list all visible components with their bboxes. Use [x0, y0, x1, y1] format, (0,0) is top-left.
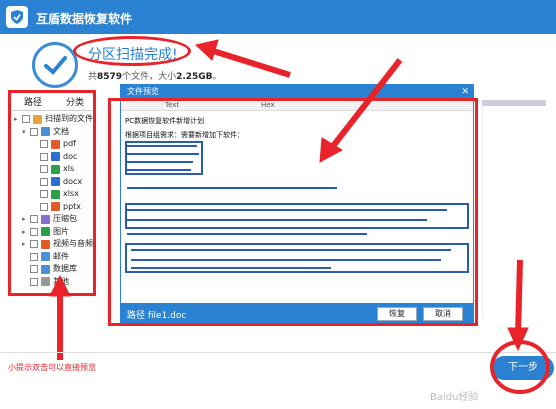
arrow-head [49, 274, 71, 297]
arrow-to-dialog [327, 58, 403, 152]
annotation-circle-next [490, 340, 550, 394]
arrow-to-title [209, 47, 291, 78]
annotation-arrows [49, 39, 529, 360]
watermark: Baidu经验 [430, 392, 479, 403]
hint-text: 小提示双击可以直接预览 [8, 363, 96, 372]
arrow-to-next [515, 259, 523, 336]
footer-divider [0, 352, 556, 353]
arrow-head [194, 39, 219, 61]
